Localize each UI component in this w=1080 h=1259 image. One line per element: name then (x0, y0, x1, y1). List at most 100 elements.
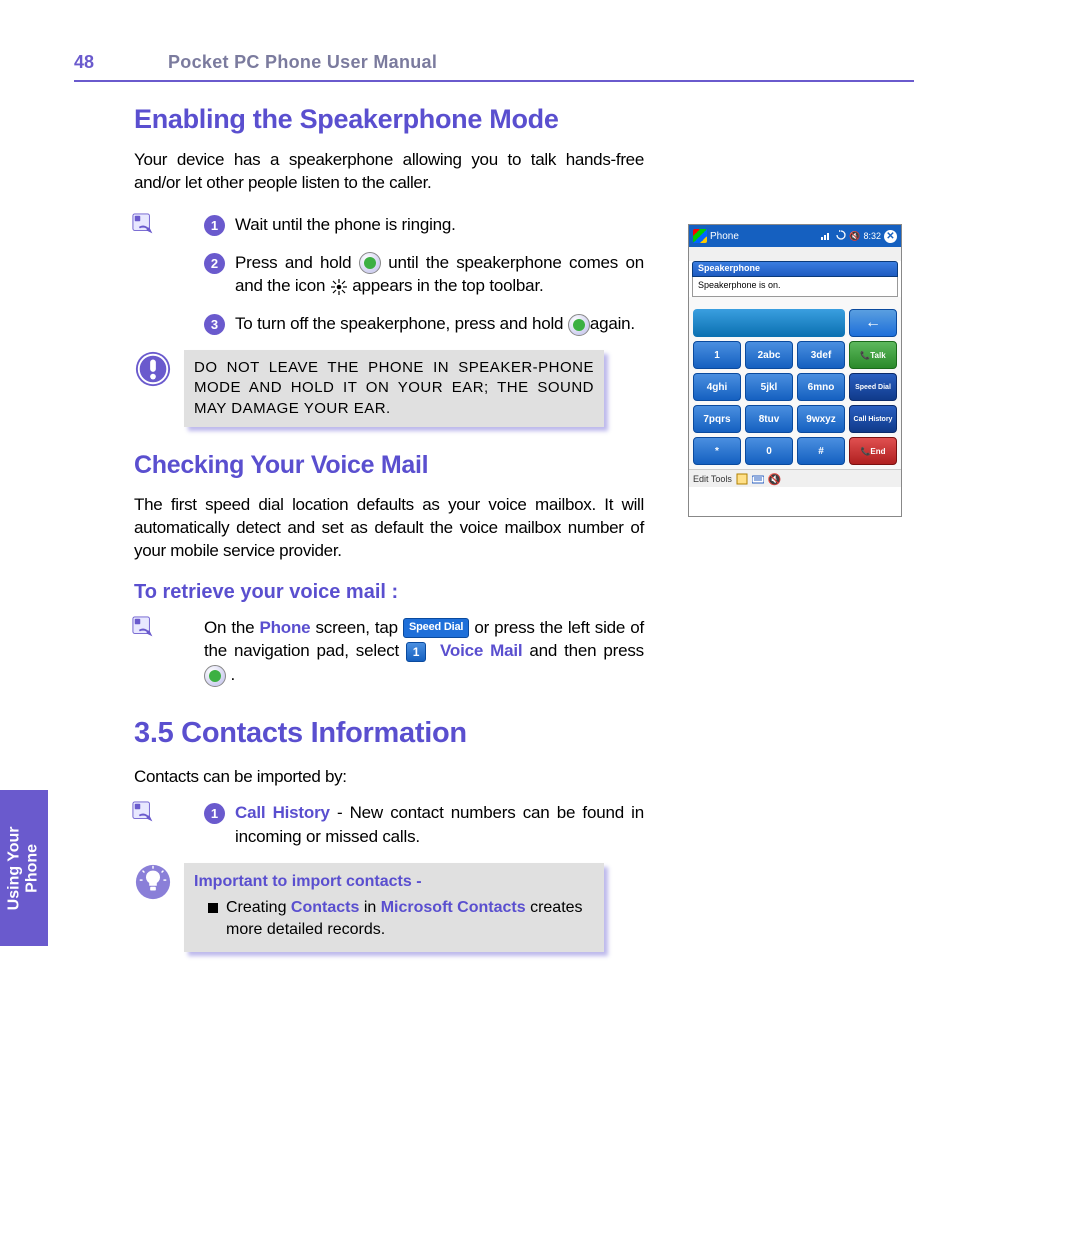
key-5[interactable]: 5jkl (745, 373, 793, 401)
step-2-text: Press and hold until the speakerphone co… (235, 251, 644, 299)
speaker-icon: 🔇 (849, 231, 860, 242)
key-clear[interactable] (693, 309, 845, 337)
talk-button-icon (204, 665, 226, 687)
retrieve-b: screen, tap (310, 618, 403, 637)
heading-contacts-section: 3.5 Contacts Information (134, 717, 644, 750)
device-screenshot: Phone 🔇 8:32 ✕ Speakerphone Speakerphone… (688, 224, 902, 517)
step-3-row: 3 To turn off the speakerphone, press an… (134, 312, 644, 336)
key-backspace[interactable]: ← (849, 309, 897, 337)
tip-ms-word: Microsoft Contacts (381, 899, 526, 916)
side-tab: Using YourPhone (0, 790, 48, 946)
warning-box: DO NOT LEAVE THE PHONE IN SPEAKER-PHONE … (134, 350, 644, 427)
key-0[interactable]: 0 (745, 437, 793, 465)
step-3b: again. (590, 314, 635, 333)
rotate-icon (836, 230, 846, 242)
bullet-1-icon: 1 (204, 215, 225, 236)
retrieve-voicemail-word: Voice Mail (440, 641, 522, 660)
heading-speakerphone: Enabling the Speakerphone Mode (134, 104, 644, 135)
windows-flag-icon (693, 229, 707, 243)
device-time: 8:32 (863, 231, 881, 241)
bullet-1-icon: 1 (204, 803, 225, 824)
popup-body: Speakerphone is on. (692, 277, 898, 297)
lightbulb-icon (134, 863, 172, 901)
key-1[interactable]: 1 (693, 341, 741, 369)
tip-contacts-word: Contacts (291, 899, 359, 916)
device-app-title: Phone (710, 231, 739, 242)
key-7[interactable]: 7pqrs (693, 405, 741, 433)
warning-icon (134, 350, 172, 388)
tip-bullet-text: Creating Contacts in Microsoft Contacts … (226, 897, 594, 942)
step-3a: To turn off the speakerphone, press and … (235, 314, 568, 333)
popup-title: Speakerphone (692, 261, 898, 277)
step-1-text: Wait until the phone is ringing. (235, 213, 644, 237)
key-8[interactable]: 8tuv (745, 405, 793, 433)
retrieve-e: . (226, 665, 235, 684)
step-3-text: To turn off the speakerphone, press and … (235, 312, 644, 336)
device-titlebar: Phone 🔇 8:32 ✕ (689, 225, 901, 247)
device-bottom-bar: Edit Tools 🔇 (689, 469, 901, 487)
contacts-step-1-row: 1 Call History - New contact numbers can… (134, 801, 644, 849)
tip-text-box: Important to import contacts - Creating … (184, 863, 604, 952)
square-bullet-icon (208, 903, 218, 913)
keypad-1-icon: 1 (406, 642, 426, 662)
talk-button-icon (568, 314, 590, 336)
tip-title: Important to import contacts - (194, 871, 594, 893)
device-bottom-text: Edit Tools (693, 474, 732, 484)
step-1-row: 1 Wait until the phone is ringing. (134, 213, 644, 237)
key-end[interactable]: 📞 End (849, 437, 897, 465)
device-title-left: Phone (693, 229, 739, 243)
device-popup: Speakerphone Speakerphone is on. (689, 261, 901, 297)
tap-pointer-icon (132, 213, 154, 235)
key-3[interactable]: 3def (797, 341, 845, 369)
speakerphone-intro: Your device has a speakerphone allowing … (134, 149, 644, 195)
voicemail-intro: The first speed dial location defaults a… (134, 494, 644, 563)
warning-text: DO NOT LEAVE THE PHONE IN SPEAKER-PHONE … (184, 350, 604, 427)
device-strip (689, 247, 901, 261)
heading-retrieve: To retrieve your voice mail : (134, 581, 644, 604)
mute-icon: 🔇 (768, 473, 780, 485)
key-4[interactable]: 4ghi (693, 373, 741, 401)
bullet-3-icon: 3 (204, 314, 225, 335)
notes-icon (736, 473, 748, 485)
page-number: 48 (74, 52, 94, 73)
speed-dial-button-icon: Speed Dial (403, 618, 469, 637)
retrieve-a: On the (204, 618, 259, 637)
retrieve-row: On the Phone screen, tap Speed Dial or p… (134, 616, 644, 687)
key-2[interactable]: 2abc (745, 341, 793, 369)
retrieve-text: On the Phone screen, tap Speed Dial or p… (204, 616, 644, 687)
contacts-step-1-text: Call History - New contact numbers can b… (235, 801, 644, 849)
header-rule (74, 80, 914, 82)
tip-a: Creating (226, 899, 291, 916)
key-6[interactable]: 6mno (797, 373, 845, 401)
bullet-2-icon: 2 (204, 253, 225, 274)
close-icon: ✕ (884, 230, 897, 243)
key-star[interactable]: * (693, 437, 741, 465)
call-history-word: Call History (235, 803, 330, 822)
key-9[interactable]: 9wxyz (797, 405, 845, 433)
retrieve-d: and then press (522, 641, 644, 660)
signal-icon (821, 230, 833, 242)
key-talk[interactable]: 📞 Talk (849, 341, 897, 369)
content-column: Enabling the Speakerphone Mode Your devi… (134, 104, 644, 958)
key-speed-dial[interactable]: Speed Dial (849, 373, 897, 401)
side-tab-label: Using YourPhone (6, 826, 43, 910)
talk-button-icon (359, 252, 381, 274)
tip-bullet-row: Creating Contacts in Microsoft Contacts … (194, 897, 594, 942)
retrieve-phone-word: Phone (259, 618, 310, 637)
keyboard-icon (752, 473, 764, 485)
tap-pointer-icon (132, 801, 154, 823)
key-hash[interactable]: # (797, 437, 845, 465)
speakerphone-indicator-icon (330, 278, 348, 296)
tip-b: in (359, 899, 380, 916)
heading-voicemail: Checking Your Voice Mail (134, 451, 644, 480)
step-2a: Press and hold (235, 253, 359, 272)
step-2c: appears in the top toolbar. (352, 276, 543, 295)
device-keypad: ← 1 2abc 3def 📞 Talk 4ghi 5jkl 6mno Spee… (689, 297, 901, 469)
device-title-right: 🔇 8:32 ✕ (821, 230, 897, 243)
tap-pointer-icon (132, 616, 154, 638)
tip-box: Important to import contacts - Creating … (134, 863, 644, 952)
key-call-history[interactable]: Call History (849, 405, 897, 433)
step-2-row: 2 Press and hold until the speakerphone … (134, 251, 644, 299)
page-title: Pocket PC Phone User Manual (168, 52, 437, 73)
contacts-intro: Contacts can be imported by: (134, 766, 644, 789)
